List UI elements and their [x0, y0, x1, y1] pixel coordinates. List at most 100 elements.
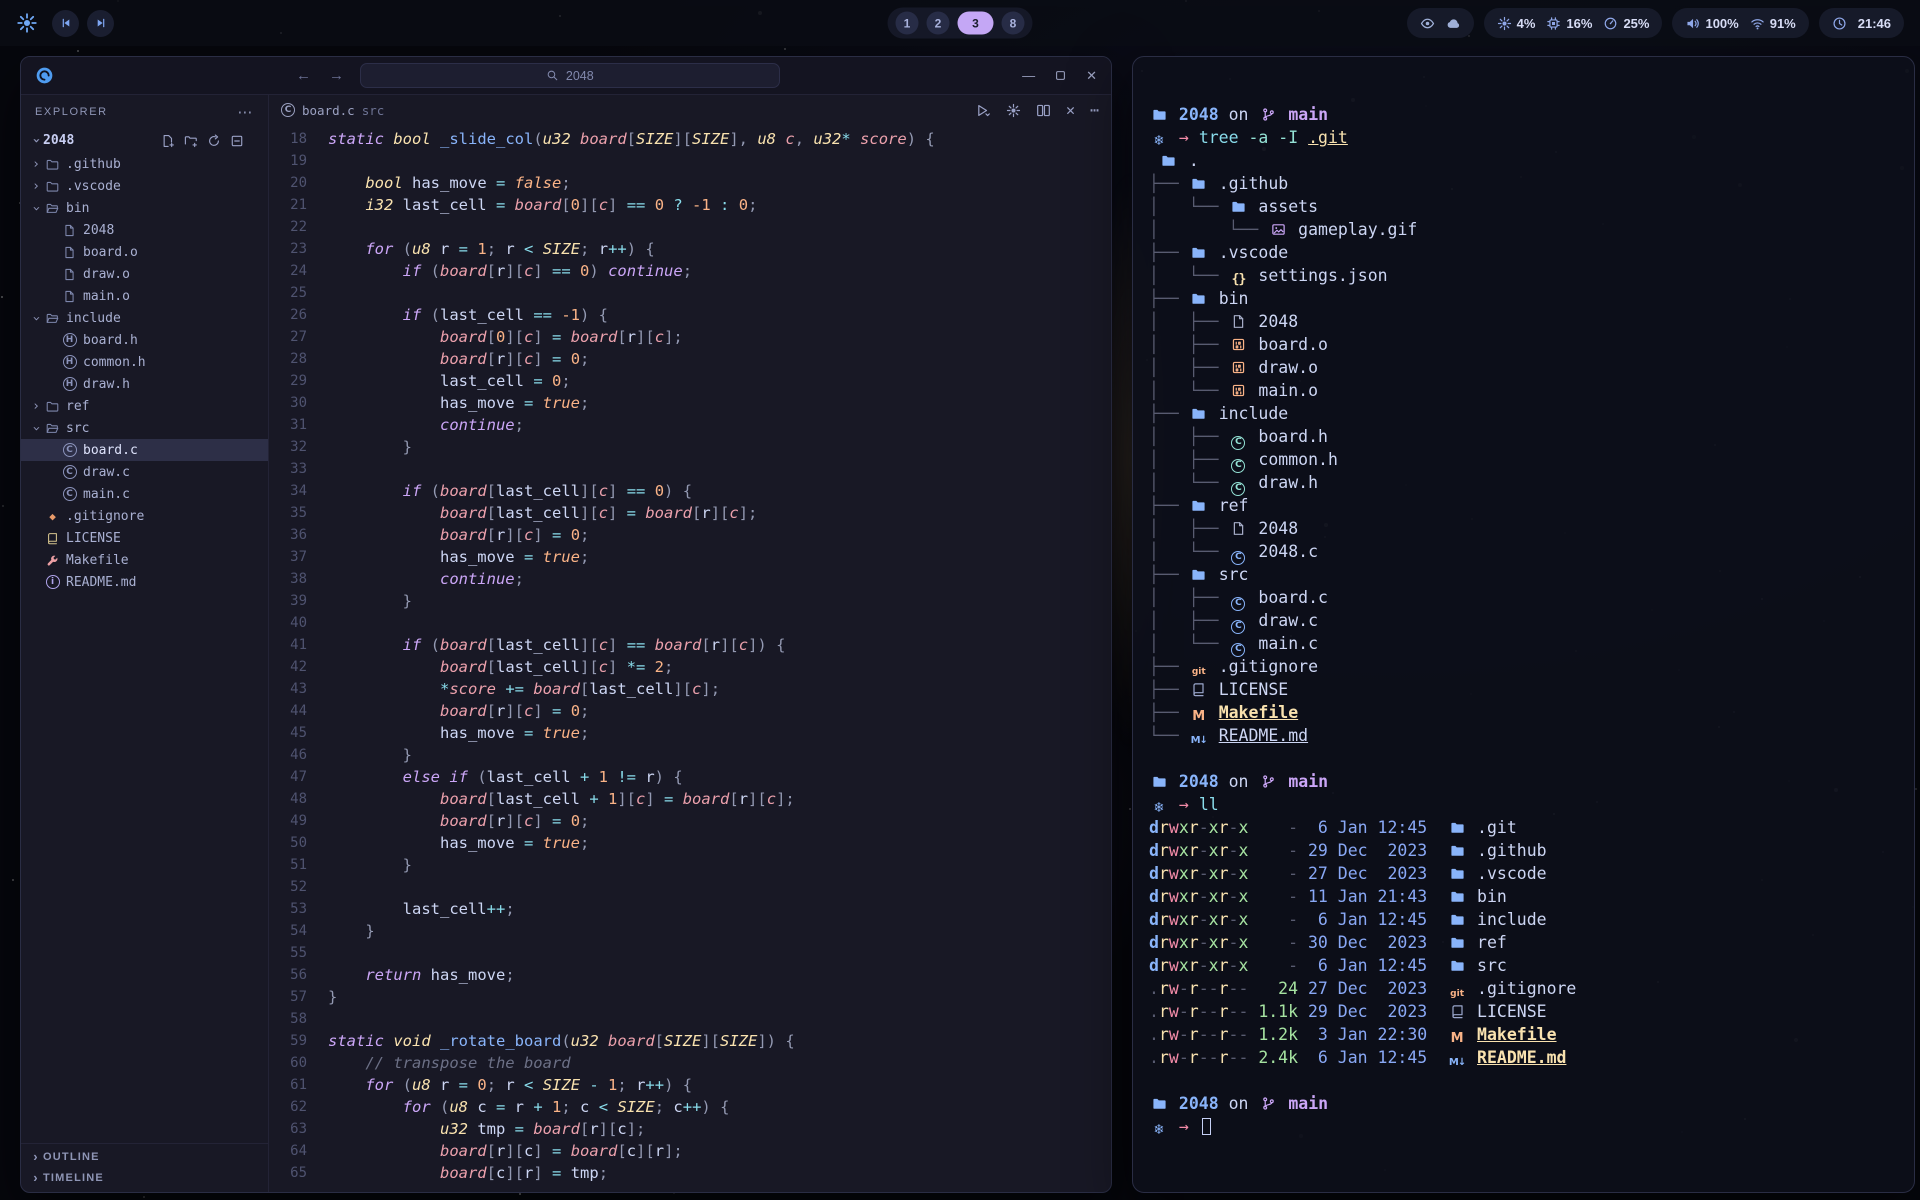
more-actions-button[interactable]: ⋯ [1090, 103, 1099, 118]
code-line-20[interactable]: 20 bool has_move = false; [269, 172, 1111, 194]
terminal-window[interactable]: 2048 on main❄ → tree -a -I .git .├── .gi… [1132, 56, 1915, 1193]
new-file-button[interactable] [161, 134, 175, 148]
settings-button[interactable] [1006, 103, 1021, 118]
audio-network-widget[interactable]: 100%91% [1672, 8, 1808, 38]
code-line-40[interactable]: 40 [269, 612, 1111, 634]
explorer-item-board.o[interactable]: board.o [21, 241, 268, 263]
code-line-26[interactable]: 26 if (last_cell == -1) { [269, 304, 1111, 326]
code-line-64[interactable]: 64 board[r][c] = board[c][r]; [269, 1140, 1111, 1162]
skip-next-button[interactable] [87, 10, 114, 37]
explorer-item-bin[interactable]: ›bin [21, 197, 268, 219]
explorer-more-icon[interactable]: ⋯ [237, 105, 254, 120]
explorer-item-include[interactable]: ›include [21, 307, 268, 329]
code-line-54[interactable]: 54 } [269, 920, 1111, 942]
code-line-58[interactable]: 58 [269, 1008, 1111, 1030]
explorer-root-folder[interactable]: › 2048 [21, 129, 268, 152]
breadcrumb-context[interactable]: src [362, 103, 385, 118]
code-line-62[interactable]: 62 for (u8 c = r + 1; c < SIZE; c++) { [269, 1096, 1111, 1118]
code-line-30[interactable]: 30 has_move = true; [269, 392, 1111, 414]
code-line-50[interactable]: 50 has_move = true; [269, 832, 1111, 854]
code-line-41[interactable]: 41 if (board[last_cell][c] == board[r][c… [269, 634, 1111, 656]
explorer-item-ref[interactable]: ›ref [21, 395, 268, 417]
workspace-2-button[interactable]: 2 [927, 12, 950, 35]
run-file-button[interactable] [976, 103, 991, 118]
code-line-25[interactable]: 25 [269, 282, 1111, 304]
code-line-21[interactable]: 21 i32 last_cell = board[0][c] == 0 ? -1… [269, 194, 1111, 216]
split-editor-button[interactable] [1036, 103, 1051, 118]
code-line-29[interactable]: 29 last_cell = 0; [269, 370, 1111, 392]
editor-titlebar[interactable]: ← → 2048 — ✕ [21, 57, 1111, 95]
skip-prev-button[interactable] [52, 10, 79, 37]
code-line-32[interactable]: 32 } [269, 436, 1111, 458]
code-line-57[interactable]: 57} [269, 986, 1111, 1008]
code-line-61[interactable]: 61 for (u8 r = 0; r < SIZE - 1; r++) { [269, 1074, 1111, 1096]
code-line-35[interactable]: 35 board[last_cell][c] = board[r][c]; [269, 502, 1111, 524]
explorer-item-.vscode[interactable]: ›.vscode [21, 175, 268, 197]
explorer-item-main.o[interactable]: main.o [21, 285, 268, 307]
back-button[interactable]: ← [296, 67, 311, 84]
code-line-55[interactable]: 55 [269, 942, 1111, 964]
code-line-44[interactable]: 44 board[r][c] = 0; [269, 700, 1111, 722]
code-line-37[interactable]: 37 has_move = true; [269, 546, 1111, 568]
explorer-item-draw.o[interactable]: draw.o [21, 263, 268, 285]
explorer-item-src[interactable]: ›src [21, 417, 268, 439]
workspace-8-button[interactable]: 8 [1002, 12, 1025, 35]
explorer-item-board.c[interactable]: Cboard.c [21, 439, 268, 461]
explorer-item-README.md[interactable]: iREADME.md [21, 571, 268, 593]
code-line-33[interactable]: 33 [269, 458, 1111, 480]
code-line-22[interactable]: 22 [269, 216, 1111, 238]
code-line-52[interactable]: 52 [269, 876, 1111, 898]
code-line-51[interactable]: 51 } [269, 854, 1111, 876]
code-line-18[interactable]: 18static bool _slide_col(u32 board[SIZE]… [269, 128, 1111, 150]
explorer-item-draw.h[interactable]: Hdraw.h [21, 373, 268, 395]
explorer-item-draw.c[interactable]: Cdraw.c [21, 461, 268, 483]
explorer-item-LICENSE[interactable]: LICENSE [21, 527, 268, 549]
weather-widget[interactable] [1407, 8, 1474, 38]
code-line-24[interactable]: 24 if (board[r][c] == 0) continue; [269, 260, 1111, 282]
code-editor[interactable]: 18static bool _slide_col(u32 board[SIZE]… [269, 125, 1111, 1192]
explorer-item-2048[interactable]: 2048 [21, 219, 268, 241]
explorer-item-.gitignore[interactable]: ◆.gitignore [21, 505, 268, 527]
code-line-39[interactable]: 39 } [269, 590, 1111, 612]
explorer-item-.github[interactable]: ›.github [21, 153, 268, 175]
workspace-1-button[interactable]: 1 [896, 12, 919, 35]
code-line-49[interactable]: 49 board[r][c] = 0; [269, 810, 1111, 832]
new-folder-button[interactable] [184, 134, 198, 148]
code-line-46[interactable]: 46 } [269, 744, 1111, 766]
command-center-search[interactable]: 2048 [360, 63, 780, 88]
code-line-43[interactable]: 43 *score += board[last_cell][c]; [269, 678, 1111, 700]
code-line-38[interactable]: 38 continue; [269, 568, 1111, 590]
code-line-28[interactable]: 28 board[r][c] = 0; [269, 348, 1111, 370]
explorer-item-board.h[interactable]: Hboard.h [21, 329, 268, 351]
code-line-47[interactable]: 47 else if (last_cell + 1 != r) { [269, 766, 1111, 788]
collapse-folders-button[interactable] [230, 134, 244, 148]
refresh-explorer-button[interactable] [207, 134, 221, 148]
code-line-53[interactable]: 53 last_cell++; [269, 898, 1111, 920]
code-line-63[interactable]: 63 u32 tmp = board[r][c]; [269, 1118, 1111, 1140]
explorer-item-Makefile[interactable]: Makefile [21, 549, 268, 571]
code-line-45[interactable]: 45 has_move = true; [269, 722, 1111, 744]
sidebar-section-outline[interactable]: ›OUTLINE [21, 1146, 268, 1167]
close-window-button[interactable]: ✕ [1086, 69, 1097, 82]
code-line-23[interactable]: 23 for (u8 r = 1; r < SIZE; r++) { [269, 238, 1111, 260]
workspace-3-button[interactable]: 3 [958, 12, 994, 35]
maximize-button[interactable] [1054, 69, 1067, 82]
code-line-36[interactable]: 36 board[r][c] = 0; [269, 524, 1111, 546]
sidebar-section-timeline[interactable]: ›TIMELINE [21, 1167, 268, 1188]
code-line-59[interactable]: 59static void _rotate_board(u32 board[SI… [269, 1030, 1111, 1052]
code-line-19[interactable]: 19 [269, 150, 1111, 172]
minimize-button[interactable]: — [1022, 69, 1035, 82]
code-line-27[interactable]: 27 board[0][c] = board[r][c]; [269, 326, 1111, 348]
close-editor-button[interactable]: ✕ [1066, 103, 1075, 118]
code-line-42[interactable]: 42 board[last_cell][c] *= 2; [269, 656, 1111, 678]
code-line-56[interactable]: 56 return has_move; [269, 964, 1111, 986]
code-line-65[interactable]: 65 board[c][r] = tmp; [269, 1162, 1111, 1184]
forward-button[interactable]: → [329, 67, 344, 84]
explorer-item-main.c[interactable]: Cmain.c [21, 483, 268, 505]
code-line-31[interactable]: 31 continue; [269, 414, 1111, 436]
launcher-gear-icon[interactable] [16, 12, 38, 34]
code-line-60[interactable]: 60 // transpose the board [269, 1052, 1111, 1074]
breadcrumb-file[interactable]: board.c [302, 103, 355, 118]
clock-widget[interactable]: 21:46 [1819, 8, 1904, 38]
code-line-48[interactable]: 48 board[last_cell + 1][c] = board[r][c]… [269, 788, 1111, 810]
